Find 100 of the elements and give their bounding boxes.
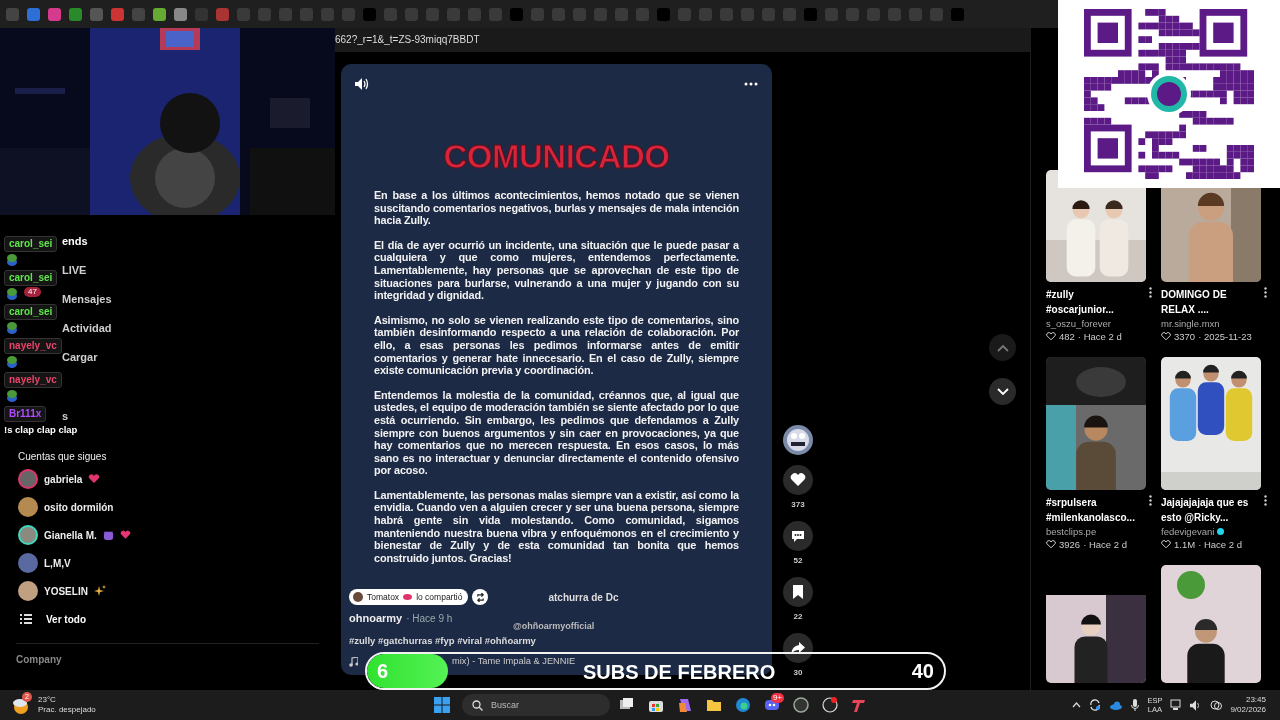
discord-app[interactable]: 9+ — [760, 693, 784, 717]
sidebar-item[interactable]: LIVE — [62, 262, 87, 279]
author-name[interactable]: mr.single.mxn — [1161, 317, 1220, 330]
microphone-icon[interactable] — [1131, 699, 1140, 711]
heart-icon — [119, 530, 131, 540]
save-button[interactable] — [783, 577, 813, 607]
temperature: 23°C — [38, 695, 57, 705]
search-field[interactable]: Buscar — [462, 694, 610, 716]
comment-button[interactable] — [783, 521, 813, 551]
sidebar-item[interactable]: ends — [62, 233, 88, 250]
browser-icon — [735, 697, 751, 713]
clock[interactable]: 23:45 9/02/2026 — [1230, 695, 1266, 715]
section-title: Cuentas que sigues — [17, 450, 108, 464]
repost-button[interactable] — [472, 589, 489, 606]
tf-logo-icon — [851, 697, 867, 713]
account-item[interactable]: gabriela — [0, 465, 335, 493]
tab-icon[interactable] — [111, 7, 124, 21]
chevron-up-icon — [996, 343, 1009, 352]
sidebar-item[interactable]: Actividad — [62, 320, 112, 337]
cloud-icon[interactable] — [1109, 700, 1124, 710]
song-title[interactable]: mix) - Tame Impala & JENNIE — [452, 655, 576, 669]
chevron-down-icon — [996, 387, 1009, 396]
chat-bubble-icon[interactable] — [1210, 699, 1223, 711]
post-date: · 2025-11-23 — [1198, 330, 1252, 343]
notification-badge: 9+ — [770, 693, 784, 703]
author-name[interactable]: bestclips.pe — [1046, 525, 1097, 538]
share-button[interactable] — [783, 633, 813, 663]
tab-icon[interactable] — [48, 7, 61, 21]
tab-icon[interactable] — [174, 7, 187, 21]
tab-icon[interactable] — [69, 7, 82, 21]
sync-icon[interactable] — [1089, 699, 1102, 711]
post-date: · Hace 2 d — [1077, 330, 1122, 343]
like-button[interactable] — [783, 465, 813, 495]
bookmark-icon — [790, 584, 806, 600]
tab-icon[interactable] — [153, 7, 166, 21]
avatar — [18, 581, 38, 601]
avatar — [353, 592, 363, 603]
author-name[interactable]: s_oszu_forever — [1046, 317, 1111, 330]
footer-link[interactable]: Company — [0, 644, 335, 667]
sidebar-item[interactable]: Mensajes — [62, 291, 112, 308]
music-note-icon — [349, 657, 358, 668]
sidebar-item[interactable]: s — [62, 408, 69, 425]
announcement-paragraph: En base a los últimos acontecimientos, hemos notado que se vienen suscitando comentarios negativos, burlas y mensajes de mala intención hacia Zully. — [374, 189, 739, 227]
network-icon[interactable] — [1170, 699, 1183, 711]
heart-outline-icon — [1046, 540, 1056, 549]
account-name: YOSELIN — [44, 584, 88, 599]
chat-username: carol_sei — [4, 236, 58, 252]
more-icon[interactable] — [1149, 495, 1152, 506]
lips-icon — [403, 594, 413, 601]
speaker-icon — [355, 78, 369, 90]
more-icon[interactable] — [1264, 495, 1267, 506]
account-item[interactable]: L,M,V — [0, 549, 335, 577]
handle-text: @ohñoarmyofficial — [513, 620, 595, 634]
author-name[interactable]: fedevigevani — [1161, 525, 1215, 538]
account-name: L,M,V — [44, 556, 71, 571]
video-title[interactable]: #srpulsera #milenkanolasco... — [1046, 495, 1146, 525]
comment-count: 52 — [793, 555, 803, 567]
weather-condition: Prac. despejado — [38, 705, 96, 715]
heart-outline-icon — [1046, 332, 1056, 341]
account-name: Gianella M. — [44, 528, 97, 543]
more-icon[interactable] — [1149, 287, 1152, 298]
account-name: osito dormilón — [44, 500, 114, 515]
next-button[interactable] — [989, 378, 1016, 405]
repost-label[interactable]: Tomatox lo compartió — [349, 589, 469, 606]
video-title[interactable]: #zully #oscarjunior... — [1046, 287, 1146, 317]
previous-button[interactable] — [989, 334, 1016, 361]
sparkles-icon — [93, 585, 106, 597]
like-count: 373 — [791, 499, 805, 511]
more-icon — [744, 82, 758, 86]
video-title[interactable]: Jajajajajaja que es esto @Ricky... — [1161, 495, 1261, 525]
sidebar-item[interactable]: Cargar — [62, 349, 98, 366]
chat-username: nayely_vc — [4, 338, 62, 354]
author-name[interactable]: ohnoarmy — [349, 610, 403, 627]
post-time: · Hace 9 h — [406, 612, 453, 627]
like-count: 1.1M — [1174, 538, 1196, 551]
announcement-paragraph: Asimismo, no solo se vienen realizando este tipo de comentarios, sino también desinformando respecto a una relación de colaboración. Por ello, a esas personas les pedimos informarse antes de emitir comentarios y generar hate innecesario. En el caso de Zully, siempre existe comunicación previa y coordinación. — [374, 313, 739, 377]
like-count: 482 — [1059, 330, 1075, 343]
caption-text: atchurra de Dc — [548, 590, 619, 605]
announcement-paragraph: El día de ayer ocurrió un incidente, una situación que le puede pasar a cualquiera y que como mujeres, entendemos perfectamente. Lamentablemente, hay personas que se aprovechan de este tipo de situaciones para burlarse, vulnerando a una mujer y jugando con su integridad y dignidad. — [374, 238, 739, 302]
search-icon — [472, 700, 483, 711]
chat-username: carol_sei — [4, 270, 58, 286]
account-item[interactable]: Gianella M. — [0, 521, 335, 549]
count-badge: 47 — [24, 287, 41, 297]
announcement-paragraph: Lamentablemente, las personas malas siempre van a existir, así como la envidia. Cuando ven a alguien crecer y ser una buena persona, siempre habrá gente sin vida molestando. Como comunidad, sigamos manteniendo nuestra buena vibra y enfoquémonos en el crecimiento y bienestar de Zully y de esta comunidad tan bonita que hemos construido juntos. Gracias! — [374, 488, 739, 565]
heart-outline-icon — [1161, 332, 1171, 341]
account-item[interactable]: osito dormilón — [0, 493, 335, 521]
address-bar[interactable]: 662?_r=1&_t=ZS-93miqq7BBDT — [335, 28, 1030, 52]
account-item[interactable]: YOSELIN — [0, 577, 335, 605]
tab-icon[interactable] — [27, 7, 40, 21]
more-icon[interactable] — [1264, 287, 1267, 298]
avatar — [18, 497, 38, 517]
save-count: 22 — [793, 611, 803, 623]
chevron-up-icon[interactable] — [1072, 702, 1082, 708]
list-icon — [20, 614, 32, 624]
see-all-link[interactable]: Ver todo — [0, 605, 335, 633]
video-title[interactable]: DOMINGO DE RELAX .... — [1161, 287, 1261, 317]
chat-username: nayely_vc — [4, 372, 62, 388]
windows-icon — [434, 697, 450, 713]
tab-icon[interactable] — [216, 7, 229, 21]
volume-button[interactable] — [355, 78, 369, 90]
